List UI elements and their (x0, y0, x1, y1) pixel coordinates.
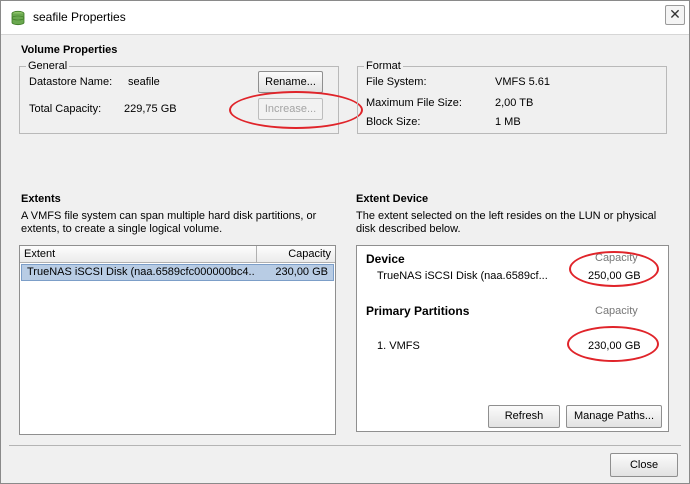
general-legend: General (26, 60, 70, 72)
format-legend: Format (364, 60, 403, 72)
device-capacity-header: Capacity (595, 252, 638, 264)
total-capacity-label: Total Capacity: (29, 103, 102, 115)
datastore-name-value: seafile (128, 76, 160, 88)
properties-dialog: seafile Properties ✕ Volume Properties G… (0, 0, 690, 484)
title-close-button[interactable]: ✕ (665, 5, 685, 25)
extents-table-header: Extent Capacity (20, 246, 335, 263)
capacity-cell: 230,00 GB (275, 266, 328, 278)
extent-device-description: The extent selected on the left resides … (356, 210, 657, 235)
window-title: seafile Properties (33, 10, 126, 24)
block-size-label: Block Size: (366, 116, 421, 128)
datastore-icon (11, 10, 25, 26)
column-header-extent[interactable]: Extent (20, 246, 257, 263)
close-button[interactable]: Close (610, 453, 678, 477)
table-row[interactable]: TrueNAS iSCSI Disk (naa.6589cfc000000bc4… (21, 264, 334, 281)
file-system-label: File System: (366, 76, 427, 88)
rename-button[interactable]: Rename... (258, 71, 323, 93)
device-name: TrueNAS iSCSI Disk (naa.6589cf... (377, 270, 548, 282)
title-bar: seafile Properties ✕ (1, 1, 689, 35)
extent-device-panel: Device Capacity TrueNAS iSCSI Disk (naa.… (356, 245, 669, 432)
partition-capacity: 230,00 GB (588, 340, 641, 352)
file-system-value: VMFS 5.61 (495, 76, 551, 88)
max-file-size-value: 2,00 TB (495, 97, 534, 109)
datastore-name-label: Datastore Name: (29, 76, 113, 88)
close-icon: ✕ (669, 6, 681, 22)
primary-partitions-heading: Primary Partitions (366, 304, 470, 318)
format-group: Format File System: VMFS 5.61 Maximum Fi… (357, 60, 667, 134)
total-capacity-value: 229,75 GB (124, 103, 177, 115)
volume-properties-title: Volume Properties (21, 44, 118, 56)
block-size-value: 1 MB (495, 116, 521, 128)
device-capacity: 250,00 GB (588, 270, 641, 282)
partitions-capacity-header: Capacity (595, 305, 638, 317)
max-file-size-label: Maximum File Size: (366, 97, 462, 109)
footer-divider (9, 445, 681, 446)
extents-table: Extent Capacity TrueNAS iSCSI Disk (naa.… (19, 245, 336, 435)
partition-name: 1. VMFS (377, 340, 420, 352)
extents-description: A VMFS file system can span multiple har… (21, 210, 317, 235)
extents-title: Extents (21, 193, 61, 205)
refresh-button[interactable]: Refresh (488, 405, 560, 428)
column-header-capacity[interactable]: Capacity (257, 246, 335, 263)
increase-button[interactable]: Increase... (258, 98, 323, 120)
general-group: General Datastore Name: seafile Total Ca… (19, 60, 339, 134)
extent-cell: TrueNAS iSCSI Disk (naa.6589cfc000000bc4… (27, 266, 255, 278)
manage-paths-button[interactable]: Manage Paths... (566, 405, 662, 428)
extent-device-title: Extent Device (356, 193, 429, 205)
device-heading: Device (366, 252, 405, 266)
